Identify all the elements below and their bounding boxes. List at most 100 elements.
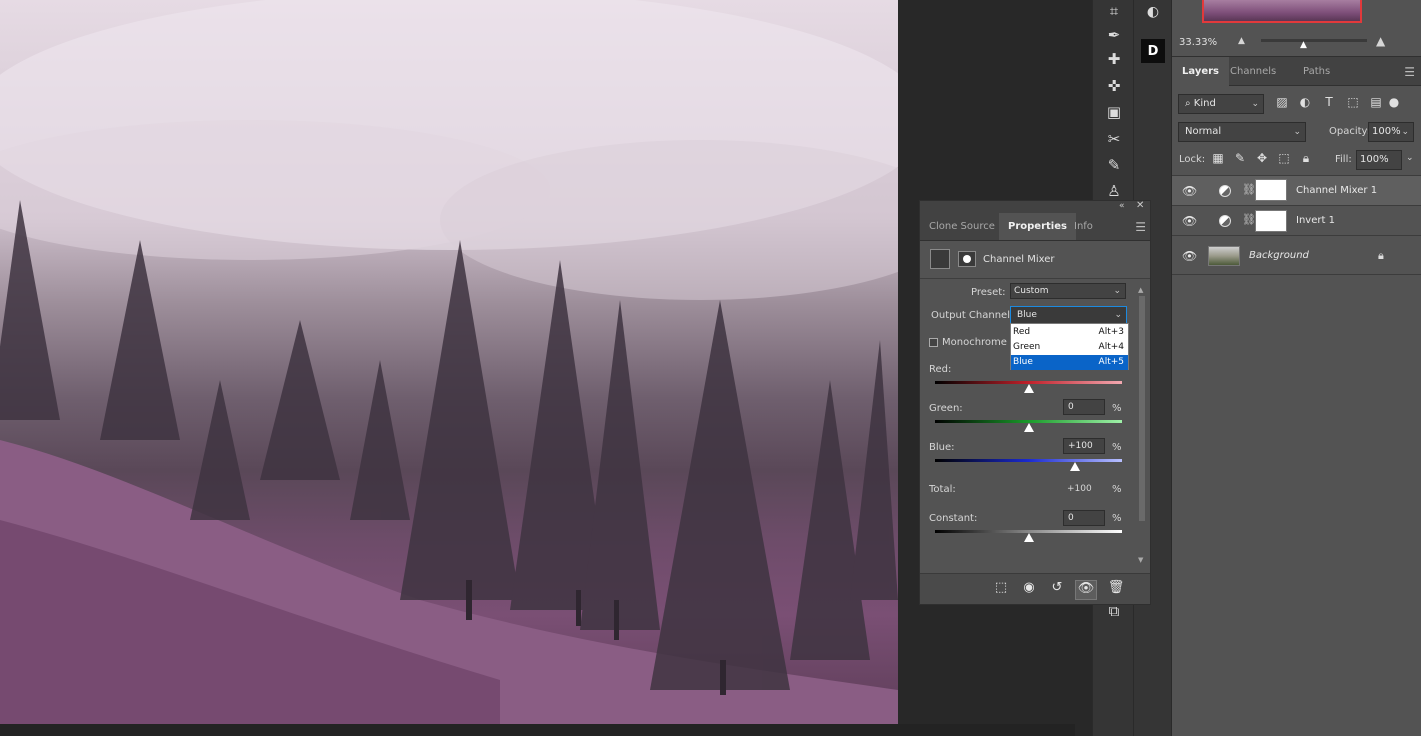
visibility-eye-icon[interactable]: 👁︎ <box>1182 249 1197 263</box>
layer-row-invert[interactable]: 👁︎ ⛓︎ Invert 1 <box>1172 205 1421 235</box>
visibility-eye-icon[interactable]: 👁︎ <box>1182 214 1197 228</box>
layer-row-background[interactable]: 👁︎ Background 🔒︎ <box>1172 235 1421 275</box>
lock-image-icon[interactable]: ✎ <box>1232 151 1248 167</box>
scrollbar-thumb[interactable] <box>1139 296 1145 521</box>
panel-menu-icon[interactable]: ☰ <box>1404 65 1415 79</box>
layer-row-channel-mixer[interactable]: 👁︎ ⛓︎ Channel Mixer 1 <box>1172 175 1421 205</box>
option-shortcut: Alt+3 <box>1098 327 1124 337</box>
patch-tool-icon[interactable]: ✜ <box>1102 75 1126 97</box>
chevron-down-icon: ⌄ <box>1401 127 1409 137</box>
option-label: Red <box>1013 327 1031 337</box>
adjustment-layer-icon <box>1219 185 1231 197</box>
scroll-up-icon[interactable]: ▲ <box>1138 286 1143 294</box>
document-canvas[interactable] <box>0 0 898 724</box>
preset-select[interactable]: Custom ⌄ <box>1010 283 1126 299</box>
blue-slider-track[interactable] <box>935 459 1122 462</box>
lock-icon: 🔒︎ <box>1378 249 1384 262</box>
panel-menu-icon[interactable]: ☰ <box>1135 220 1146 234</box>
properties-footer: ⬚ ◉ ↺ 👁︎ 🗑︎ <box>920 573 1150 604</box>
constant-value-field[interactable]: 0 <box>1063 510 1105 526</box>
chevron-down-icon[interactable]: ⌄ <box>1406 153 1414 163</box>
content-aware-tool-icon[interactable]: ▣ <box>1102 101 1126 123</box>
filter-type-icon[interactable]: T <box>1321 95 1337 111</box>
tab-paths[interactable]: Paths <box>1293 57 1340 86</box>
view-previous-state-icon[interactable]: ◉ <box>1018 580 1040 600</box>
filter-shape-icon[interactable]: ⬚ <box>1345 95 1361 111</box>
constant-slider-thumb[interactable] <box>1023 533 1034 542</box>
green-slider-thumb[interactable] <box>1023 423 1034 432</box>
lock-position-icon[interactable]: ✥ <box>1254 151 1270 167</box>
properties-panel-tabs: Clone Source Properties Info ☰ <box>920 213 1150 241</box>
dropdown-option-blue[interactable]: Blue Alt+5 <box>1011 355 1128 370</box>
layer-filter-row: ⌕ Kind ⌄ ▨ ◐ T ⬚ ▤ ● <box>1172 92 1421 116</box>
blue-value-field[interactable]: +100 <box>1063 438 1105 454</box>
green-value-field[interactable]: 0 <box>1063 399 1105 415</box>
blue-slider-thumb[interactable] <box>1070 462 1081 471</box>
fill-field[interactable]: 100% <box>1356 150 1402 170</box>
filter-smart-object-icon[interactable]: ▤ <box>1368 95 1384 111</box>
monochrome-checkbox[interactable] <box>929 338 938 347</box>
healing-brush-tool-icon[interactable]: ✚ <box>1102 48 1126 70</box>
layer-name[interactable]: Channel Mixer 1 <box>1296 185 1377 196</box>
red-slider-thumb[interactable] <box>1023 384 1034 393</box>
preset-value: Custom <box>1014 286 1049 296</box>
stamp-tool-icon[interactable]: ♙ <box>1102 180 1126 202</box>
visibility-eye-icon[interactable]: 👁︎ <box>1075 580 1097 600</box>
delete-trash-icon[interactable]: 🗑︎ <box>1105 580 1127 600</box>
dropdown-option-green[interactable]: Green Alt+4 <box>1011 340 1128 355</box>
link-icon[interactable]: ⛓︎ <box>1242 183 1256 196</box>
layer-name[interactable]: Background <box>1249 250 1309 261</box>
zoom-slider-track[interactable] <box>1261 39 1367 42</box>
collapse-icon[interactable]: « <box>1119 201 1125 211</box>
lock-transparent-icon[interactable]: ▦ <box>1210 151 1226 167</box>
opacity-field[interactable]: 100% ⌄ <box>1368 122 1414 142</box>
layer-name[interactable]: Invert 1 <box>1296 215 1335 226</box>
visibility-eye-icon[interactable]: 👁︎ <box>1182 184 1197 198</box>
zoom-in-icon[interactable]: ▲ <box>1376 34 1385 48</box>
eyedropper-tool-icon[interactable]: ✒ <box>1102 24 1126 46</box>
close-icon[interactable]: ✕ <box>1136 200 1144 211</box>
properties-header: Channel Mixer <box>920 241 1150 279</box>
channel-mixer-icon[interactable] <box>930 249 950 269</box>
properties-scrollbar[interactable]: ▲ ▼ <box>1138 286 1146 566</box>
blend-opacity-row: Normal ⌄ Opacity: 100% ⌄ <box>1172 120 1421 144</box>
tab-info[interactable]: Info <box>1065 213 1102 240</box>
monochrome-label[interactable]: Monochrome <box>942 337 1007 348</box>
zoom-out-icon[interactable]: ▲ <box>1238 36 1245 46</box>
fill-value: 100% <box>1360 154 1389 165</box>
clip-to-layer-icon[interactable]: ⬚ <box>990 580 1012 600</box>
zoom-slider-thumb[interactable]: ▲ <box>1300 40 1310 50</box>
brush-tool-icon[interactable]: ✎ <box>1102 154 1126 176</box>
red-eye-tool-icon[interactable]: ✂ <box>1102 128 1126 150</box>
blend-mode-select[interactable]: Normal ⌄ <box>1178 122 1306 142</box>
layer-mask-thumbnail[interactable] <box>1255 210 1287 232</box>
output-channel-select[interactable]: Blue ⌄ <box>1010 306 1127 324</box>
link-icon[interactable]: ⛓︎ <box>1242 213 1256 226</box>
plugin-panel-icon[interactable]: D <box>1141 39 1165 63</box>
reset-icon[interactable]: ↺ <box>1046 580 1068 600</box>
dropdown-option-red[interactable]: Red Alt+3 <box>1011 325 1128 340</box>
navigator-thumbnail[interactable] <box>1202 0 1362 23</box>
lock-artboard-icon[interactable]: ⬚ <box>1276 151 1292 167</box>
option-label: Green <box>1013 342 1041 352</box>
crop-tool-icon[interactable]: ⌗ <box>1102 0 1126 22</box>
background-thumbnail[interactable] <box>1208 246 1240 266</box>
filter-toggle-icon[interactable]: ● <box>1386 95 1402 111</box>
lock-all-icon[interactable]: 🔒︎ <box>1298 151 1314 167</box>
chevron-down-icon: ⌄ <box>1113 286 1121 296</box>
scroll-down-icon[interactable]: ▼ <box>1138 556 1143 564</box>
filter-pixel-icon[interactable]: ▨ <box>1274 95 1290 111</box>
tab-channels[interactable]: Channels <box>1220 57 1286 86</box>
panel-titlebar[interactable]: « ✕ <box>920 200 1150 213</box>
layer-mask-thumbnail[interactable] <box>1255 179 1287 201</box>
blue-percent: % <box>1112 442 1122 453</box>
filter-adjustment-icon[interactable]: ◐ <box>1297 95 1313 111</box>
preset-label: Preset: <box>971 287 1006 298</box>
adjustments-panel-icon[interactable]: ◐ <box>1141 0 1165 24</box>
chevron-down-icon: ⌄ <box>1293 127 1301 137</box>
tab-clone-source[interactable]: Clone Source <box>920 213 1004 240</box>
blend-mode-label: Normal <box>1185 126 1222 137</box>
mask-icon[interactable] <box>958 251 976 267</box>
zoom-value[interactable]: 33.33% <box>1179 37 1217 48</box>
filter-kind-select[interactable]: ⌕ Kind ⌄ <box>1178 94 1264 114</box>
